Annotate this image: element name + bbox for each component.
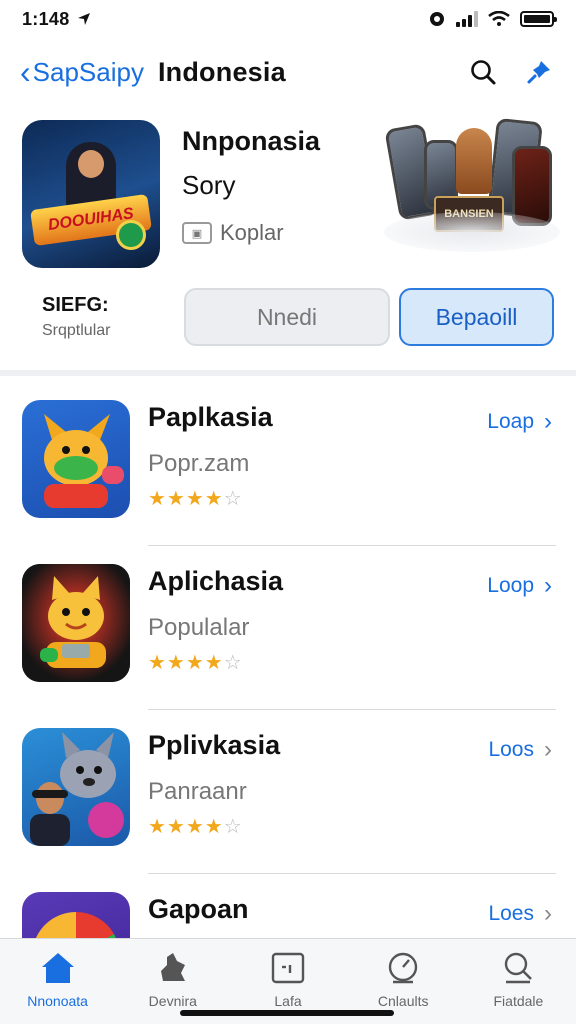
focus-icon [430,12,444,26]
app-list: Paplkasia Popr.zam ★★★★☆ Loap › Aplichasi… [0,382,576,1024]
back-button[interactable]: ‹ SapSaipy [20,56,144,88]
tab-label: Lafa [274,993,302,1009]
app-action-label: Loap [487,410,534,433]
app-category: Popr.zam [148,450,250,477]
nav-bar: ‹ SapSaipy Indonesia [0,44,576,100]
location-arrow-icon [77,13,90,25]
cartoon-wolf-icon [30,732,124,846]
app-action-button[interactable]: Loap › [487,408,552,436]
tab-bar: Nnonoata Devnira Lafa Cnlaults Fiatdale [0,938,576,1024]
face-icon [78,150,104,178]
list-item[interactable]: Paplkasia Popr.zam ★★★★☆ Loap › [0,382,576,546]
home-indicator[interactable] [180,1010,394,1016]
featured-left-label: SIEFG: [42,294,109,316]
home-icon [41,953,74,983]
tab-label: Devnira [148,993,197,1009]
nav-actions [466,55,556,89]
chevron-right-icon: › [544,572,552,599]
star-empty-icon: ☆ [223,816,243,838]
wifi-icon [488,11,510,26]
featured-left-sublabel: Srqptlular [42,322,111,339]
featured-app-icon[interactable]: DOOUIHAS [22,120,160,268]
star-icon: ★★★★ [148,816,224,838]
app-icon[interactable] [22,728,130,846]
page-title: Indonesia [157,56,286,87]
tab-home[interactable]: Nnonoata [0,939,115,1024]
chevron-right-icon: › [544,408,552,435]
cartoon-cat-icon [22,564,130,682]
star-empty-icon: ☆ [223,488,243,510]
battery-level [524,15,550,23]
list-item[interactable]: Aplichasia Populalar ★★★★☆ Loop › [0,546,576,710]
rating-stars: ★★★★☆ [148,486,243,511]
cloud-decoration [384,212,560,252]
app-name: Gapoan [148,894,249,924]
tab-profile[interactable]: Fiatdale [461,939,576,1024]
primary-button[interactable]: Bepaoill [399,288,554,346]
battery-icon [520,11,557,27]
featured-subtitle: Sory [182,170,236,200]
app-action-button[interactable]: Loes › [488,900,552,928]
app-action-button[interactable]: Loop › [487,572,552,600]
section-divider [0,370,576,376]
featured-app: DOOUIHAS Nnponasia Sory ▣ Koplar BANSIEN… [0,112,576,370]
chevron-left-icon: ‹ [20,54,31,90]
app-icon[interactable] [22,564,130,682]
tab-label: Cnlaults [377,993,429,1009]
chevron-right-icon: › [544,736,552,763]
featured-meta-label: Koplar [220,220,284,245]
cartoon-monster-icon [44,414,124,508]
app-icon[interactable] [22,400,130,518]
chevron-right-icon: › [544,900,552,927]
search-icon [471,60,496,85]
app-name: Pplivkasia [148,730,281,760]
featured-meta: ▣ Koplar [182,220,284,246]
featured-promo-image: BANSIEN [384,116,560,252]
time-label: 1:148 [22,8,70,29]
rating-stars: ★★★★☆ [148,814,243,839]
app-action-label: Loop [487,574,534,597]
star-icon: ★★★★ [148,488,224,510]
app-action-label: Loos [488,738,534,761]
search-button[interactable] [466,55,500,89]
back-label: SapSaipy [32,56,144,87]
media-icon: ▣ [182,222,212,244]
secondary-button[interactable]: Nnedi [184,288,390,346]
tab-label: Fiatdale [493,993,544,1009]
status-icons [428,10,557,28]
pin-icon [527,61,550,84]
updates-icon [389,952,418,984]
featured-title: Nnponasia [182,126,321,156]
status-bar: 1:148 [0,0,576,38]
status-time: 1:148 [22,9,92,30]
signal-icon [456,11,478,27]
tab-label: Nnonoata [27,993,88,1009]
app-name: Aplichasia [148,566,284,596]
star-empty-icon: ☆ [223,652,243,674]
star-icon: ★★★★ [148,652,224,674]
promo-figure [456,128,492,194]
list-item[interactable]: Pplivkasia Panraanr ★★★★☆ Loos › [0,710,576,874]
app-category: Panraanr [148,778,247,805]
app-action-button[interactable]: Loos › [488,736,552,764]
emblem-icon [116,220,146,250]
app-action-label: Loes [488,902,534,925]
rating-stars: ★★★★☆ [148,650,243,675]
app-category: Populalar [148,614,250,641]
apps-icon [271,952,305,984]
app-name: Paplkasia [148,402,273,432]
profile-icon [505,952,533,984]
games-icon [160,953,185,981]
pin-button[interactable] [522,55,556,89]
